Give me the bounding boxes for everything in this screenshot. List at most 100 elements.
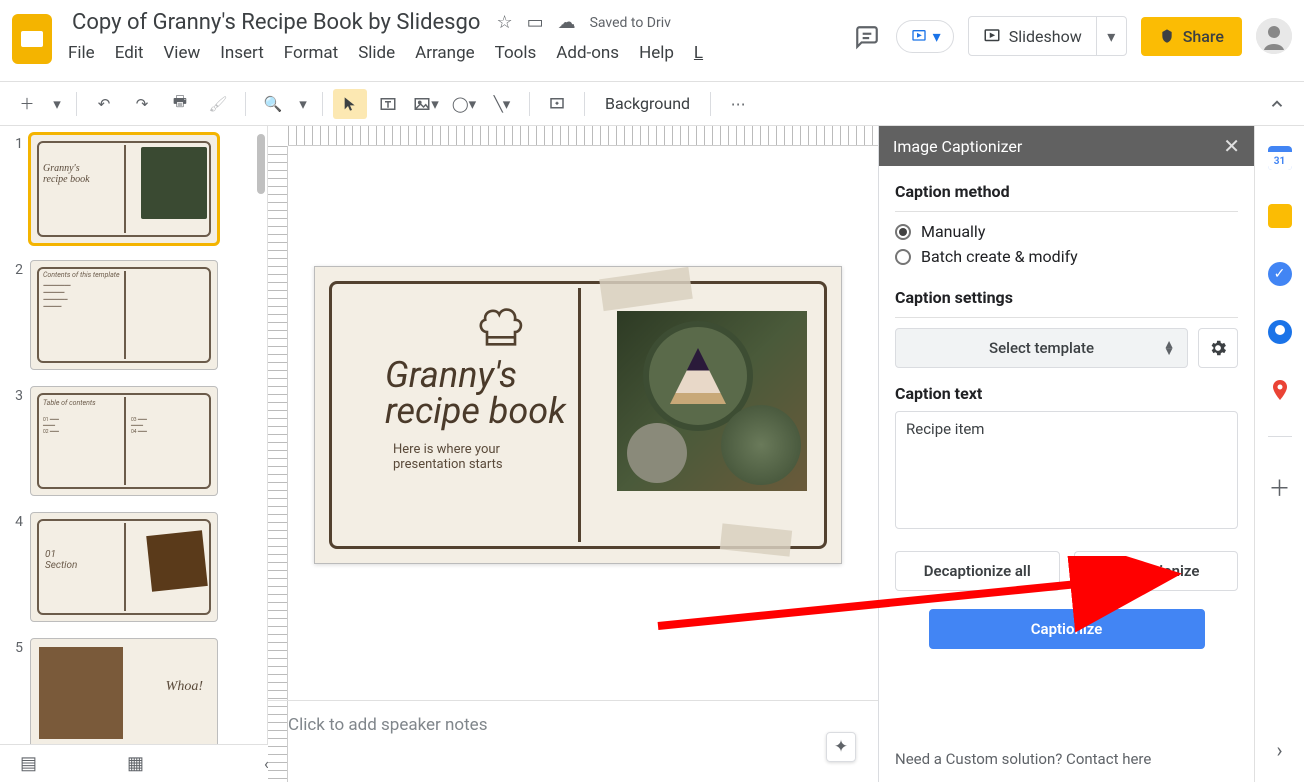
- menu-format[interactable]: Format: [284, 43, 338, 63]
- slideshow-button[interactable]: Slideshow: [969, 27, 1096, 46]
- menu-help[interactable]: Help: [639, 43, 674, 63]
- radio-icon: [895, 249, 911, 265]
- radio-icon-checked: [895, 224, 911, 240]
- shape-tool[interactable]: ◯▾: [447, 89, 481, 119]
- thumb-number: 4: [8, 512, 30, 622]
- menu-last-edit[interactable]: L: [694, 43, 703, 63]
- radio-batch[interactable]: Batch create & modify: [895, 247, 1238, 266]
- app-header: Copy of Granny's Recipe Book by Slidesgo…: [0, 0, 1304, 82]
- present-dropdown[interactable]: ▾: [896, 20, 954, 53]
- slideshow-button-group: Slideshow ▾: [968, 16, 1127, 56]
- maps-icon[interactable]: [1268, 378, 1292, 402]
- slide-image[interactable]: [617, 311, 807, 491]
- background-button[interactable]: Background: [595, 94, 700, 113]
- slide-thumbnail-4[interactable]: 01Section: [30, 512, 218, 622]
- settings-gear-button[interactable]: [1198, 328, 1238, 368]
- explore-button[interactable]: ✦: [826, 732, 856, 762]
- addon-footer-link[interactable]: Need a Custom solution? Contact here: [879, 740, 1254, 782]
- grid-view-icon[interactable]: ▦: [127, 753, 144, 774]
- filmstrip-view-icon[interactable]: ▤: [20, 753, 37, 774]
- thumb-number: 5: [8, 638, 30, 744]
- filmstrip[interactable]: 1 Granny'srecipe book 2 Contents of this…: [0, 126, 268, 744]
- calendar-icon[interactable]: [1268, 146, 1292, 170]
- comments-icon[interactable]: [854, 24, 882, 48]
- select-tool[interactable]: [333, 89, 367, 119]
- menu-file[interactable]: File: [68, 43, 95, 63]
- menu-arrange[interactable]: Arrange: [415, 43, 474, 63]
- paint-format-button[interactable]: 🖌: [201, 89, 235, 119]
- share-label: Share: [1183, 27, 1224, 46]
- addon-header: Image Captionizer ✕: [879, 126, 1254, 166]
- menu-insert[interactable]: Insert: [220, 43, 264, 63]
- menu-tools[interactable]: Tools: [495, 43, 537, 63]
- thumb-number: 2: [8, 260, 30, 370]
- menu-addons[interactable]: Add-ons: [556, 43, 619, 63]
- thumb-number: 3: [8, 386, 30, 496]
- slide-subtitle[interactable]: Here is where your presentation starts: [393, 442, 543, 472]
- line-tool[interactable]: ╲▾: [485, 89, 519, 119]
- caption-text-label: Caption text: [895, 384, 1238, 403]
- bottom-bar: ▤ ▦ ‹: [0, 744, 268, 782]
- close-icon[interactable]: ✕: [1223, 134, 1240, 158]
- menu-bar: File Edit View Insert Format Slide Arran…: [68, 37, 854, 63]
- keep-icon[interactable]: [1268, 204, 1292, 228]
- caption-method-label: Caption method: [895, 182, 1238, 201]
- caption-text-input[interactable]: Recipe item: [895, 411, 1238, 529]
- horizontal-ruler: [288, 126, 878, 146]
- redo-button[interactable]: ↷: [125, 89, 159, 119]
- new-slide-dropdown[interactable]: ▾: [48, 89, 66, 119]
- chef-hat-icon: [473, 297, 529, 353]
- slide-thumbnail-2[interactable]: Contents of this template━━━━━━━━━━━━━━━…: [30, 260, 218, 370]
- vertical-ruler: [268, 146, 288, 782]
- save-status: Saved to Driv: [590, 15, 671, 31]
- right-side-panel: ＋ ›: [1254, 126, 1304, 782]
- comment-tool[interactable]: [540, 89, 574, 119]
- canvas-viewport[interactable]: Granny'srecipe book Here is where your p…: [268, 146, 878, 700]
- caption-settings-label: Caption settings: [895, 288, 1238, 307]
- textbox-tool[interactable]: [371, 89, 405, 119]
- undo-button[interactable]: ↶: [87, 89, 121, 119]
- more-tools[interactable]: ⋯: [721, 89, 755, 119]
- select-caret-icon: ▲▼: [1163, 341, 1175, 355]
- doc-title[interactable]: Copy of Granny's Recipe Book by Slidesgo: [68, 8, 484, 37]
- slide-thumbnail-5[interactable]: Whoa!: [30, 638, 218, 744]
- menu-edit[interactable]: Edit: [115, 43, 144, 63]
- decaptionize-button[interactable]: Decaptionize: [1074, 551, 1239, 591]
- move-icon[interactable]: ▭: [527, 12, 544, 33]
- image-tool[interactable]: ▾: [409, 89, 443, 119]
- zoom-dropdown[interactable]: ▾: [294, 89, 312, 119]
- star-icon[interactable]: ☆: [496, 12, 512, 33]
- addon-title: Image Captionizer: [893, 137, 1022, 156]
- slide-thumbnail-3[interactable]: Table of contents 01 ━━━━━━━02 ━━━ 03 ━━…: [30, 386, 218, 496]
- zoom-button[interactable]: 🔍: [256, 89, 290, 119]
- captionize-button[interactable]: Captionize: [929, 609, 1205, 649]
- speaker-notes-placeholder: Click to add speaker notes: [288, 715, 487, 735]
- share-button[interactable]: Share: [1141, 17, 1242, 56]
- main-area: 1 Granny'srecipe book 2 Contents of this…: [0, 126, 1304, 782]
- tasks-icon[interactable]: [1268, 262, 1292, 286]
- print-button[interactable]: 🖶: [163, 89, 197, 119]
- slides-logo[interactable]: [12, 14, 52, 64]
- hide-side-panel-icon[interactable]: ›: [1276, 738, 1282, 762]
- slideshow-label: Slideshow: [1009, 27, 1082, 46]
- cloud-icon[interactable]: ☁: [558, 12, 576, 33]
- speaker-notes[interactable]: Click to add speaker notes ✦: [268, 700, 878, 782]
- hide-menus-button[interactable]: [1260, 89, 1294, 119]
- radio-manually[interactable]: Manually: [895, 222, 1238, 241]
- slide-title[interactable]: Granny'srecipe book: [385, 357, 566, 429]
- contacts-icon[interactable]: [1268, 320, 1292, 344]
- thumb-title: Granny'srecipe book: [43, 163, 90, 185]
- menu-slide[interactable]: Slide: [358, 43, 395, 63]
- slideshow-dropdown[interactable]: ▾: [1096, 17, 1126, 55]
- filmstrip-scrollbar[interactable]: [257, 134, 265, 194]
- account-avatar[interactable]: [1256, 18, 1292, 54]
- slide-thumbnail-1[interactable]: Granny'srecipe book: [30, 134, 218, 244]
- menu-view[interactable]: View: [163, 43, 200, 63]
- addon-sidebar: Image Captionizer ✕ Caption method Manua…: [878, 126, 1254, 782]
- new-slide-button[interactable]: ＋: [10, 89, 44, 119]
- decaptionize-all-button[interactable]: Decaptionize all: [895, 551, 1060, 591]
- canvas-area: Granny'srecipe book Here is where your p…: [268, 126, 878, 782]
- template-select[interactable]: Select template ▲▼: [895, 328, 1188, 368]
- get-addons-icon[interactable]: ＋: [1268, 471, 1290, 503]
- slide-canvas[interactable]: Granny'srecipe book Here is where your p…: [314, 266, 842, 564]
